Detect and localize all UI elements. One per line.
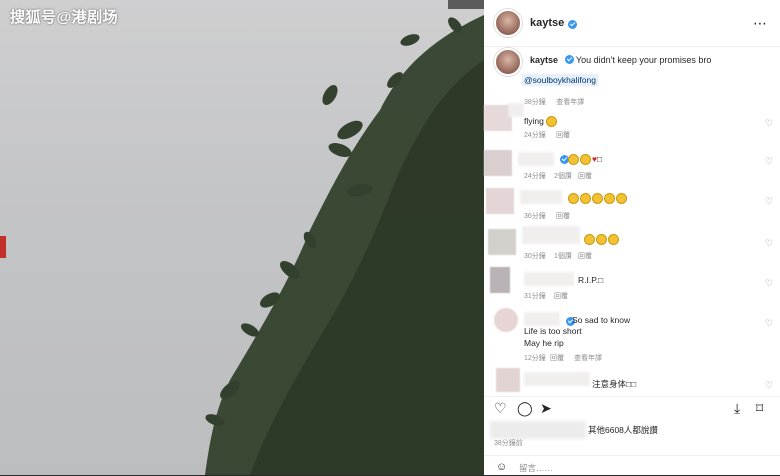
reply-link[interactable]: 回覆: [578, 171, 592, 181]
comment-avatar[interactable]: [490, 267, 510, 293]
emoji-icon: [546, 116, 558, 128]
comment-text: ♥□: [568, 154, 602, 166]
caption-text: You didn't keep your promises bro: [575, 55, 712, 65]
post-date: 38分鐘前: [494, 440, 523, 447]
blurred-username: [522, 226, 580, 244]
comment-time: 36分鐘: [524, 213, 546, 220]
smile-icon[interactable]: ☺: [496, 461, 507, 473]
add-comment-bar: ☺ 留言……: [484, 455, 780, 476]
heart-icon[interactable]: ♡: [765, 118, 773, 129]
comment-avatar[interactable]: [484, 150, 512, 176]
comment-icon[interactable]: ◯: [517, 400, 533, 417]
mention-link[interactable]: @soulboykhalifong: [522, 74, 598, 86]
comment-time: 24分鐘: [524, 173, 546, 180]
comment-text-line2: Life is too short: [524, 326, 582, 336]
comment-avatar[interactable]: [494, 308, 518, 332]
heart-icon[interactable]: ♡: [494, 400, 507, 417]
comment-input[interactable]: 留言……: [519, 462, 553, 474]
username[interactable]: kaytse: [530, 17, 564, 29]
caption-avatar[interactable]: [494, 48, 522, 76]
reply-link[interactable]: 回覆: [556, 130, 570, 140]
comments-panel: kaytse ⋯ kaytse You didn't keep your pro…: [484, 0, 780, 475]
verified-icon: [564, 55, 574, 64]
likes-text[interactable]: 其他6608人都說讚: [588, 424, 658, 436]
action-bar: ♡ ◯ ➤ ⤓ ⌑: [484, 396, 780, 423]
like-count[interactable]: 1個讚: [554, 251, 572, 261]
comment-time: 24分鐘: [524, 132, 546, 139]
comment-avatar[interactable]: [488, 229, 516, 255]
tree-photo-image: [205, 15, 484, 475]
blurred-username: [524, 272, 574, 286]
comment-text: So sad to know: [572, 315, 631, 325]
reply-link[interactable]: 回覆: [578, 251, 592, 261]
top-strip: [448, 0, 484, 9]
reply-link[interactable]: 回覆: [554, 291, 568, 301]
post-photo: 搜狐号@港剧场: [0, 0, 484, 475]
blurred-username: [524, 372, 590, 386]
red-edge-marker: [0, 236, 6, 258]
comment-avatar[interactable]: [496, 368, 520, 392]
blurred-username: [508, 103, 524, 117]
post-header: kaytse ⋯: [484, 0, 780, 47]
bookmark-icon[interactable]: ⌑: [756, 400, 763, 417]
comment-text-line3: May he rip: [524, 338, 564, 348]
heart-icon[interactable]: ♡: [765, 238, 773, 249]
blurred-likers: [490, 421, 586, 439]
translate-link[interactable]: 查看年譯: [556, 99, 584, 106]
blurred-username: [518, 152, 554, 166]
translate-link[interactable]: 查看年譯: [574, 353, 602, 363]
comment-text: flying: [524, 116, 558, 128]
reply-link[interactable]: 回覆: [556, 211, 570, 221]
comment-text: [568, 193, 628, 205]
comment-time: 12分鐘: [524, 355, 546, 362]
reply-link[interactable]: 回覆: [550, 353, 564, 363]
watermark: 搜狐号@港剧场: [10, 9, 119, 26]
verified-icon: [568, 19, 578, 29]
blurred-username: [524, 312, 560, 326]
caption-username[interactable]: kaytse: [530, 55, 558, 65]
comment-text: 注意身体□□: [592, 379, 637, 389]
more-icon[interactable]: ⋯: [753, 15, 768, 32]
share-icon[interactable]: ➤: [540, 400, 552, 417]
comment-text: R.I.P.□: [578, 275, 604, 285]
download-icon[interactable]: ⤓: [734, 400, 740, 417]
like-count[interactable]: 2個讚: [554, 171, 572, 181]
heart-icon[interactable]: ♡: [765, 278, 773, 289]
caption: kaytse You didn't keep your promises bro: [494, 48, 770, 76]
avatar[interactable]: [494, 9, 522, 37]
blurred-username: [520, 190, 562, 204]
caption-time: 38分鐘: [524, 99, 546, 106]
comment-time: 31分鐘: [524, 293, 546, 300]
caption-meta: 38分鐘 查看年譯: [524, 91, 584, 109]
heart-icon[interactable]: ♡: [765, 156, 773, 167]
comment-text: [584, 234, 620, 246]
heart-icon[interactable]: ♡: [765, 318, 773, 329]
comment-time: 30分鐘: [524, 253, 546, 260]
comment-avatar[interactable]: [486, 188, 514, 214]
heart-icon[interactable]: ♡: [765, 196, 773, 207]
heart-icon[interactable]: ♡: [765, 380, 773, 391]
